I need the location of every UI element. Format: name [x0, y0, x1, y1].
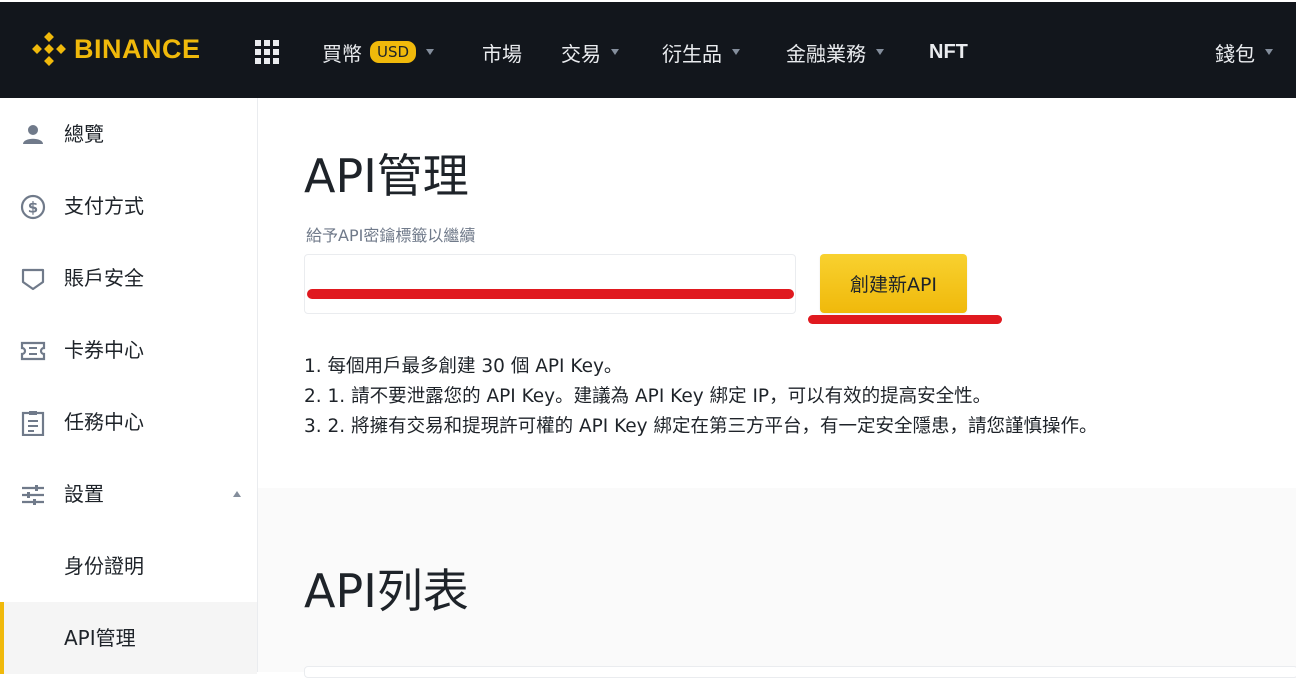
- sidebar-item-label: 任務中心: [64, 410, 144, 434]
- sidebar-item-api-management[interactable]: API管理: [0, 602, 257, 674]
- nav-finance[interactable]: 金融業務: [786, 37, 884, 67]
- nav-trade[interactable]: 交易: [561, 37, 619, 67]
- nav-finance-label: 金融業務: [786, 41, 866, 66]
- app-grid-icon[interactable]: [255, 40, 279, 64]
- note-line: 3. 2. 將擁有交易和提現許可權的 API Key 綁定在第三方平台，有一定安…: [304, 416, 1098, 437]
- nav-wallet-label: 錢包: [1215, 41, 1255, 66]
- api-notes: 1. 每個用戶最多創建 30 個 API Key。 2. 1. 請不要泄露您的 …: [304, 352, 1098, 442]
- sidebar-item-settings[interactable]: 設置: [0, 458, 257, 530]
- redaction-mark: [307, 289, 794, 299]
- nav-markets[interactable]: 市場: [482, 37, 522, 67]
- user-icon: [23, 125, 43, 144]
- chevron-down-icon: [732, 49, 740, 55]
- sidebar-item-label: API管理: [64, 626, 136, 650]
- ticket-icon: [20, 341, 46, 361]
- sidebar-item-label: 設置: [64, 482, 104, 506]
- active-indicator: [0, 602, 4, 674]
- sidebar-item-tasks[interactable]: 任務中心: [0, 386, 257, 458]
- brand-name: BINANCE: [74, 33, 201, 64]
- sidebar-item-label: 支付方式: [64, 194, 144, 218]
- sidebar-item-label: 身份證明: [64, 554, 144, 578]
- create-api-button[interactable]: 創建新API: [820, 254, 967, 313]
- top-navbar: BINANCE 買幣 USD 市場 交易 衍生品 金融業務 NFT 錢包: [0, 0, 1296, 98]
- api-label-input[interactable]: [304, 254, 796, 314]
- binance-logo-icon: [32, 32, 66, 66]
- chevron-down-icon: [426, 49, 435, 55]
- dollar-circle-icon: $: [20, 194, 46, 220]
- binance-logo[interactable]: BINANCE: [32, 32, 201, 66]
- sidebar-item-overview[interactable]: 總覽: [0, 98, 257, 170]
- sidebar-item-payment[interactable]: $ 支付方式: [0, 170, 257, 242]
- nav-derivatives-label: 衍生品: [662, 41, 722, 66]
- nav-wallet[interactable]: 錢包: [1215, 37, 1273, 67]
- nav-markets-label: 市場: [482, 41, 522, 66]
- sidebar-item-coupons[interactable]: 卡券中心: [0, 314, 257, 386]
- sidebar-item-security[interactable]: 賬戶安全: [0, 242, 257, 314]
- nav-nft-label: NFT: [929, 40, 968, 63]
- api-list-title: API列表: [304, 564, 469, 618]
- currency-badge: USD: [370, 41, 417, 63]
- nav-nft[interactable]: NFT: [929, 37, 968, 67]
- api-list-card: [304, 666, 1296, 678]
- sidebar: 總覽 $ 支付方式 賬戶安全 卡券中心 任務中心 設置 身份證明 API管理: [0, 98, 258, 674]
- sidebar-item-label: 總覽: [64, 122, 104, 146]
- nav-trade-label: 交易: [561, 41, 601, 66]
- note-line: 1. 每個用戶最多創建 30 個 API Key。: [304, 356, 623, 377]
- chevron-up-icon[interactable]: [233, 491, 241, 497]
- note-line: 2. 1. 請不要泄露您的 API Key。建議為 API Key 綁定 IP，…: [304, 386, 992, 407]
- page-title: API管理: [304, 149, 469, 203]
- nav-derivatives[interactable]: 衍生品: [662, 37, 740, 67]
- chevron-down-icon: [876, 49, 884, 55]
- sidebar-item-label: 賬戶安全: [64, 266, 144, 290]
- chevron-down-icon: [611, 49, 619, 55]
- nav-buy-crypto-label: 買幣: [322, 41, 362, 66]
- shield-icon: [21, 268, 45, 291]
- annotation-underline: [808, 315, 1002, 324]
- nav-buy-crypto[interactable]: 買幣 USD: [322, 37, 435, 67]
- chevron-down-icon: [1265, 49, 1273, 55]
- svg-text:$: $: [28, 199, 38, 217]
- api-label-caption: 給予API密鑰標籤以繼續: [306, 226, 476, 245]
- sidebar-item-label: 卡券中心: [64, 338, 144, 362]
- sidebar-item-identity[interactable]: 身份證明: [0, 530, 257, 602]
- clipboard-icon: [21, 411, 45, 436]
- sliders-icon: [22, 485, 44, 505]
